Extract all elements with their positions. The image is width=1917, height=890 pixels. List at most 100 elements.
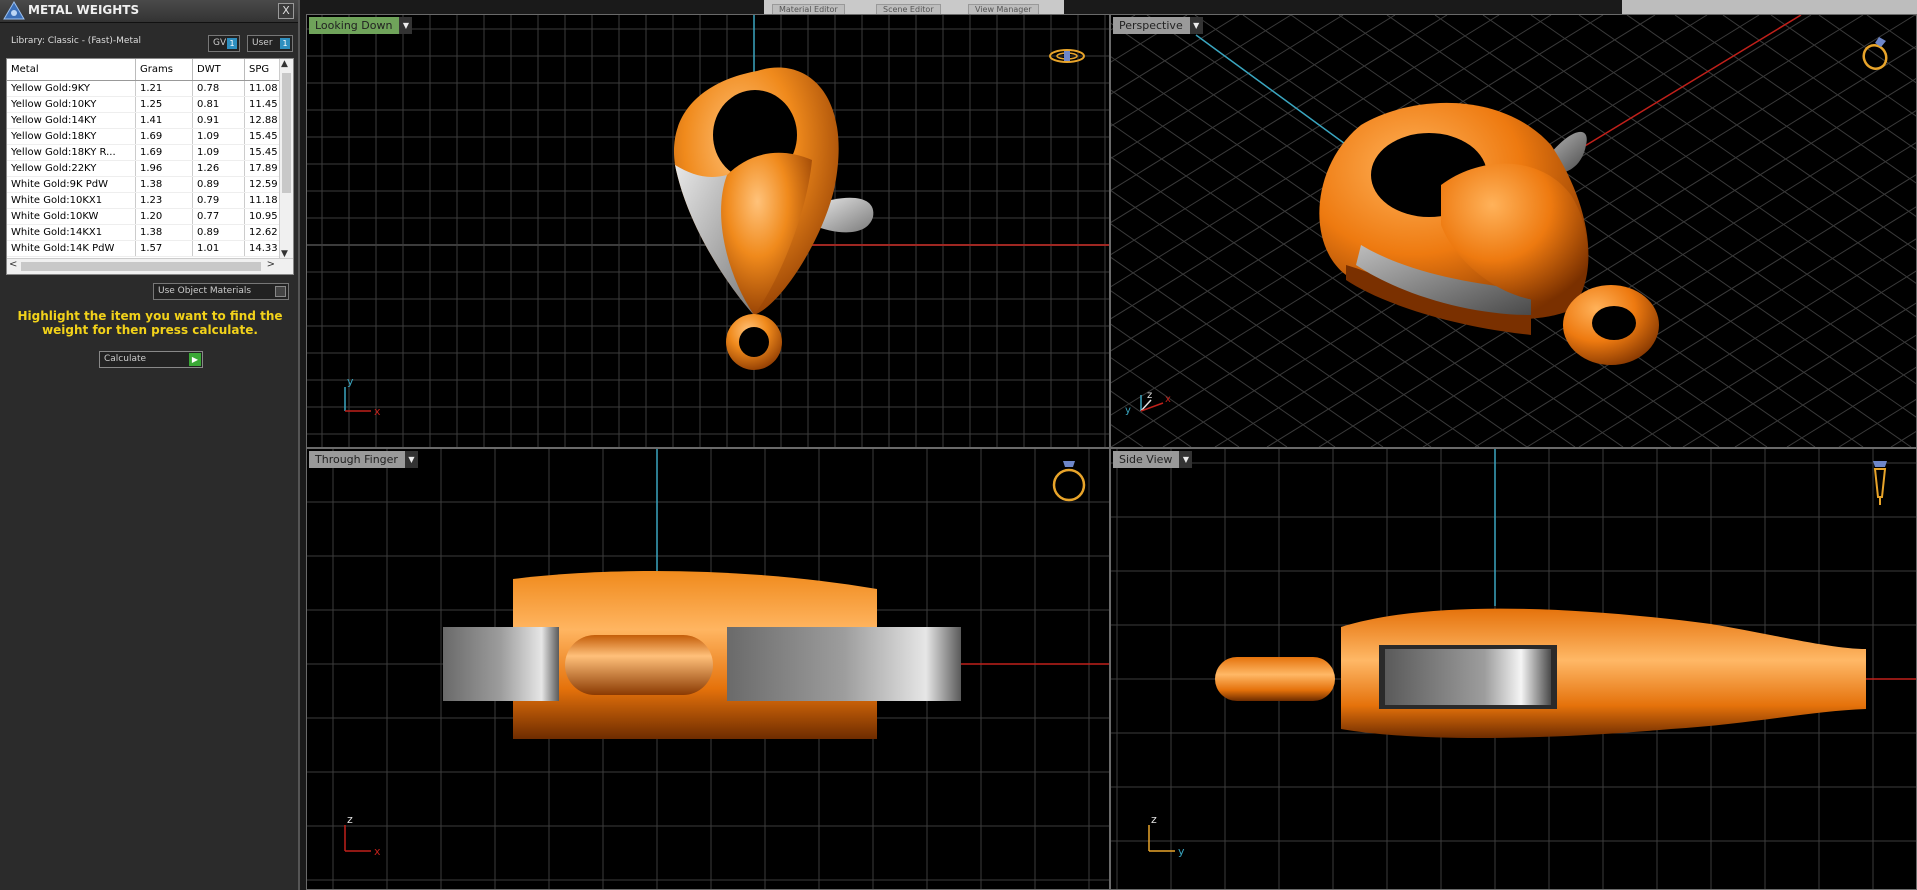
spg-cell: 10.95 bbox=[244, 208, 283, 225]
ring-view-front-icon[interactable] bbox=[1049, 457, 1089, 503]
metal-name-cell: White Gold:10KW bbox=[7, 208, 136, 225]
column-header-spg[interactable]: SPG bbox=[244, 59, 283, 81]
calculate-button[interactable]: Calculate ▶ bbox=[99, 351, 203, 368]
metal-name-cell: Yellow Gold:18KY R... bbox=[7, 144, 136, 161]
dwt-cell: 0.78 bbox=[192, 80, 245, 97]
panel-title-bar[interactable]: METAL WEIGHTS X bbox=[0, 0, 298, 23]
side-view-scene: z y bbox=[1111, 449, 1916, 889]
table-row[interactable]: White Gold:9K PdW 1.38 0.89 12.59 bbox=[7, 176, 283, 193]
looking-down-scene: y x bbox=[307, 15, 1109, 447]
play-icon: ▶ bbox=[189, 353, 201, 366]
view-label: Perspective bbox=[1119, 19, 1183, 32]
table-row[interactable]: White Gold:14K PdW 1.57 1.01 14.33 bbox=[7, 240, 283, 257]
editor-tab-strip: Material Editor Scene Editor View Manage… bbox=[764, 0, 1064, 15]
chevron-down-icon[interactable]: ▼ bbox=[1179, 451, 1193, 468]
table-row[interactable]: Yellow Gold:22KY 1.96 1.26 17.89 bbox=[7, 160, 283, 177]
ring-view-top-icon[interactable] bbox=[1047, 45, 1087, 67]
grid-line bbox=[1111, 323, 1288, 447]
metal-weights-table: Metal Grams DWT SPG Yellow Gold:9KY 1.21 0… bbox=[7, 59, 283, 257]
view-label: Looking Down bbox=[315, 19, 393, 32]
column-header-dwt[interactable]: DWT bbox=[192, 59, 245, 81]
metal-name-cell: Yellow Gold:10KY bbox=[7, 96, 136, 113]
dwt-cell: 0.89 bbox=[192, 176, 245, 193]
checkbox-icon[interactable] bbox=[275, 286, 286, 297]
spg-cell: 11.08 bbox=[244, 80, 283, 97]
chevron-down-icon[interactable]: ▼ bbox=[1189, 17, 1203, 34]
vertical-scrollbar[interactable]: ▲ ▼ bbox=[279, 59, 293, 259]
scroll-up-icon[interactable]: ▲ bbox=[281, 59, 288, 69]
viewport-side-view[interactable]: z y Side View ▼ bbox=[1110, 448, 1917, 890]
grams-cell: 1.23 bbox=[135, 192, 193, 209]
axis-label-x: x bbox=[374, 405, 381, 418]
scrollbar-thumb-horizontal[interactable] bbox=[21, 262, 261, 271]
table-row[interactable]: White Gold:14KX1 1.38 0.89 12.62 bbox=[7, 224, 283, 241]
spg-cell: 12.62 bbox=[244, 224, 283, 241]
axis-label-z: z bbox=[347, 813, 353, 826]
chevron-down-icon[interactable]: ▼ bbox=[399, 17, 413, 34]
viewport-perspective[interactable]: y z x Perspective ▼ bbox=[1110, 14, 1917, 448]
view-label: Side View bbox=[1119, 453, 1173, 466]
grams-cell: 1.25 bbox=[135, 96, 193, 113]
dwt-cell: 1.09 bbox=[192, 144, 245, 161]
clasp-gate-left bbox=[443, 627, 559, 701]
metal-name-cell: Yellow Gold:22KY bbox=[7, 160, 136, 177]
dwt-cell: 0.77 bbox=[192, 208, 245, 225]
axis-label-z: z bbox=[1147, 390, 1152, 401]
table-row[interactable]: Yellow Gold:18KY 1.69 1.09 15.45 bbox=[7, 128, 283, 145]
dwt-cell: 1.26 bbox=[192, 160, 245, 177]
table-row[interactable]: White Gold:10KW 1.20 0.77 10.95 bbox=[7, 208, 283, 225]
grams-cell: 1.38 bbox=[135, 224, 193, 241]
spg-cell: 12.88 bbox=[244, 112, 283, 129]
jump-ring-hole bbox=[1592, 306, 1636, 340]
viewport-through-finger[interactable]: z x Through Finger ▼ bbox=[306, 448, 1110, 890]
viewport-looking-down[interactable]: y x Looking Down ▼ bbox=[306, 14, 1110, 448]
view-selector-looking-down[interactable]: Looking Down ▼ bbox=[309, 17, 413, 34]
scroll-left-icon[interactable]: < bbox=[9, 259, 17, 270]
scrollbar-thumb[interactable] bbox=[282, 73, 291, 193]
column-header-metal[interactable]: Metal bbox=[7, 59, 136, 81]
view-selector-side-view[interactable]: Side View ▼ bbox=[1113, 451, 1193, 468]
table-header-row: Metal Grams DWT SPG bbox=[7, 59, 283, 81]
user-toggle-indicator: 1 bbox=[280, 38, 290, 49]
metal-name-cell: White Gold:14KX1 bbox=[7, 224, 136, 241]
axis-label-x: x bbox=[1165, 394, 1171, 405]
grid-line bbox=[1111, 15, 1240, 95]
metal-weights-panel: METAL WEIGHTS X Library: Classic - (Fast… bbox=[0, 0, 300, 890]
grams-cell: 1.21 bbox=[135, 80, 193, 97]
metal-weights-table-container[interactable]: Metal Grams DWT SPG Yellow Gold:9KY 1.21 0… bbox=[6, 58, 294, 275]
scroll-right-icon[interactable]: > bbox=[267, 259, 275, 270]
dwt-cell: 1.01 bbox=[192, 240, 245, 257]
use-object-materials-checkbox[interactable]: Use Object Materials bbox=[153, 283, 289, 300]
toolbar-strip bbox=[1622, 0, 1917, 14]
view-selector-through-finger[interactable]: Through Finger ▼ bbox=[309, 451, 418, 468]
library-label: Library: Classic - (Fast)-Metal bbox=[11, 36, 142, 46]
metal-name-cell: Yellow Gold:14KY bbox=[7, 112, 136, 129]
ring-view-perspective-icon[interactable] bbox=[1859, 33, 1895, 73]
ring-view-side-icon[interactable] bbox=[1865, 457, 1895, 509]
instruction-text: Highlight the item you want to find the … bbox=[17, 309, 283, 337]
gv-toggle[interactable]: GV 1 bbox=[208, 35, 240, 52]
clasp-gate-right bbox=[727, 627, 961, 701]
column-header-grams[interactable]: Grams bbox=[135, 59, 193, 81]
grid-line bbox=[1111, 15, 1136, 31]
grams-cell: 1.20 bbox=[135, 208, 193, 225]
chevron-down-icon[interactable]: ▼ bbox=[404, 451, 418, 468]
table-row[interactable]: Yellow Gold:9KY 1.21 0.78 11.08 bbox=[7, 80, 283, 97]
horizontal-scrollbar[interactable]: < > bbox=[7, 258, 293, 274]
table-row[interactable]: White Gold:10KX1 1.23 0.79 11.18 bbox=[7, 192, 283, 209]
view-selector-perspective[interactable]: Perspective ▼ bbox=[1113, 17, 1203, 34]
dwt-cell: 0.79 bbox=[192, 192, 245, 209]
dwt-cell: 0.91 bbox=[192, 112, 245, 129]
spg-cell: 11.45 bbox=[244, 96, 283, 113]
table-row[interactable]: Yellow Gold:18KY R... 1.69 1.09 15.45 bbox=[7, 144, 283, 161]
axis-label-z: z bbox=[1151, 813, 1157, 826]
metal-name-cell: White Gold:10KX1 bbox=[7, 192, 136, 209]
close-icon[interactable]: X bbox=[278, 3, 294, 19]
perspective-scene: y z x bbox=[1111, 15, 1916, 447]
grams-cell: 1.69 bbox=[135, 144, 193, 161]
axis-label-x: x bbox=[374, 845, 381, 858]
user-toggle[interactable]: User 1 bbox=[247, 35, 293, 52]
table-row[interactable]: Yellow Gold:10KY 1.25 0.81 11.45 bbox=[7, 96, 283, 113]
table-row[interactable]: Yellow Gold:14KY 1.41 0.91 12.88 bbox=[7, 112, 283, 129]
axis-label-y: y bbox=[1178, 845, 1185, 858]
